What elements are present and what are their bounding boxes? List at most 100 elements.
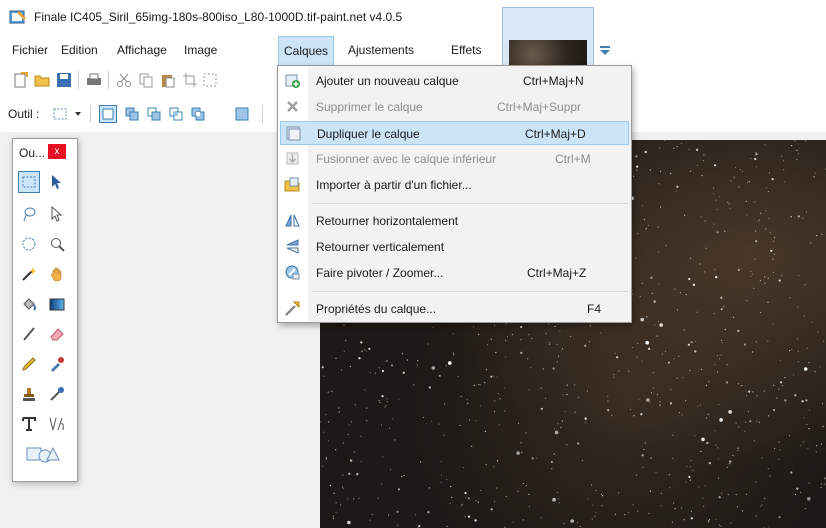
menu-calques[interactable]: Calques xyxy=(278,36,335,66)
gradient-icon xyxy=(49,298,65,311)
deselect-icon[interactable] xyxy=(202,72,218,88)
menu-item-label: Propriétés du calque... xyxy=(316,302,437,316)
ellipse-select-tool[interactable] xyxy=(18,233,40,255)
menu-separator xyxy=(312,291,628,292)
menu-item-duplicate-layer[interactable]: Dupliquer le calque Ctrl+Maj+D xyxy=(280,121,629,145)
paintbrush-tool[interactable] xyxy=(18,323,40,345)
text-tool[interactable] xyxy=(18,413,40,435)
tool-label: Outil : xyxy=(8,107,40,121)
move-selection-icon xyxy=(51,206,63,222)
selection-mode-invert-icon[interactable] xyxy=(234,106,250,122)
magic-wand-icon xyxy=(22,267,36,281)
menu-item-shortcut: Ctrl+M xyxy=(555,152,591,166)
menu-item-shortcut: Ctrl+Maj+D xyxy=(525,127,586,141)
menu-item-label: Fusionner avec le calque inférieur xyxy=(316,152,497,166)
line-curve-tool[interactable] xyxy=(46,413,68,435)
lasso-select-tool[interactable] xyxy=(18,203,40,225)
zoom-tool[interactable] xyxy=(46,233,68,255)
pencil-tool[interactable] xyxy=(18,353,40,375)
main-toolbar xyxy=(0,66,300,94)
selection-mode-exclude-icon[interactable] xyxy=(146,106,162,122)
tool-dropdown-chevron-icon[interactable] xyxy=(70,106,86,122)
rectangle-select-tool[interactable] xyxy=(18,171,40,193)
tools-window-close-button[interactable]: x xyxy=(48,144,66,159)
menu-item-label: Retourner horizontalement xyxy=(316,214,459,228)
toolbar-separator xyxy=(262,105,263,123)
menu-image[interactable]: Image xyxy=(184,43,217,57)
menu-item-rotate-zoom[interactable]: Faire pivoter / Zoomer... Ctrl+Maj+Z xyxy=(280,261,629,285)
pencil-icon xyxy=(22,357,36,371)
menu-item-label: Faire pivoter / Zoomer... xyxy=(316,266,444,280)
duplicate-layer-icon xyxy=(286,126,301,141)
paste-icon[interactable] xyxy=(160,72,176,88)
menu-fichier[interactable]: Fichier xyxy=(12,43,48,57)
eraser-tool[interactable] xyxy=(46,323,68,345)
open-file-icon[interactable] xyxy=(34,72,50,88)
selection-mode-xor-icon[interactable] xyxy=(190,106,206,122)
paint-bucket-tool[interactable] xyxy=(18,293,40,315)
clone-stamp-icon xyxy=(23,388,35,401)
menu-item-shortcut: Ctrl+Maj+Z xyxy=(527,266,587,280)
menu-item-delete-layer[interactable]: Supprimer le calque Ctrl+Maj+Suppr xyxy=(280,95,629,119)
save-icon[interactable] xyxy=(56,72,72,88)
new-image-icon[interactable] xyxy=(12,72,28,88)
line-curve-icon xyxy=(49,417,64,431)
shapes-tool[interactable] xyxy=(23,443,63,465)
zoom-icon xyxy=(51,238,65,252)
toolbar-separator xyxy=(108,71,109,89)
thumbnail-list-dropdown-icon[interactable] xyxy=(598,45,612,57)
selection-mode-replace-icon[interactable] xyxy=(99,105,117,123)
menu-item-layer-properties[interactable]: Propriétés du calque... F4 xyxy=(280,297,629,321)
delete-layer-icon xyxy=(287,101,298,112)
eyedropper-icon xyxy=(51,357,64,372)
move-selection-tool[interactable] xyxy=(46,203,68,225)
menu-effets[interactable]: Effets xyxy=(451,43,481,57)
crop-to-selection-icon[interactable] xyxy=(182,72,198,88)
tools-window-title: Ou... xyxy=(19,146,46,160)
color-picker-tool[interactable] xyxy=(46,353,68,375)
eraser-icon xyxy=(50,328,64,341)
menu-item-import-from-file[interactable]: Importer à partir d'un fichier... xyxy=(280,173,629,197)
flip-vertical-icon xyxy=(286,239,299,254)
clone-stamp-tool[interactable] xyxy=(18,383,40,405)
menu-ajustements[interactable]: Ajustements xyxy=(348,43,414,57)
menu-bar: Fichier Edition Affichage Image Calques … xyxy=(0,36,500,66)
menu-separator xyxy=(312,203,628,204)
menu-affichage[interactable]: Affichage xyxy=(117,43,167,57)
cut-icon[interactable] xyxy=(116,72,132,88)
menu-edition[interactable]: Edition xyxy=(61,43,98,57)
shapes-icon xyxy=(26,446,60,463)
paint-net-app-icon xyxy=(9,10,26,24)
recolor-tool[interactable] xyxy=(46,383,68,405)
tool-options-toolbar: Outil : xyxy=(0,98,300,130)
menu-item-label: Ajouter un nouveau calque xyxy=(316,74,459,88)
rectangle-select-icon xyxy=(22,176,36,188)
menu-item-flip-horizontal[interactable]: Retourner horizontalement xyxy=(280,209,629,233)
window-title: Finale IC405_Siril_65img-180s-800iso_L80… xyxy=(34,10,403,24)
menu-item-add-new-layer[interactable]: Ajouter un nouveau calque Ctrl+Maj+N xyxy=(280,69,629,93)
menu-item-label: Retourner verticalement xyxy=(316,240,445,254)
import-file-icon xyxy=(284,177,300,192)
paintbrush-icon xyxy=(23,327,35,341)
merge-down-icon xyxy=(286,152,299,165)
move-selected-pixels-tool[interactable] xyxy=(46,171,68,193)
menu-item-label: Supprimer le calque xyxy=(316,100,423,114)
pan-tool[interactable] xyxy=(46,263,68,285)
lasso-icon xyxy=(23,207,36,222)
selection-mode-union-icon[interactable] xyxy=(124,106,140,122)
rectangle-select-tool-icon[interactable] xyxy=(52,106,68,122)
copy-icon[interactable] xyxy=(138,72,154,88)
gradient-tool[interactable] xyxy=(46,293,68,315)
rotate-zoom-icon xyxy=(285,265,300,280)
toolbar-separator xyxy=(90,105,91,123)
hand-icon xyxy=(50,267,62,282)
print-icon[interactable] xyxy=(86,72,102,88)
menu-item-flip-vertical[interactable]: Retourner verticalement xyxy=(280,235,629,259)
menu-item-merge-layer-down[interactable]: Fusionner avec le calque inférieur Ctrl+… xyxy=(280,147,629,171)
magic-wand-tool[interactable] xyxy=(18,263,40,285)
layer-properties-icon xyxy=(285,301,300,316)
selection-mode-intersect-icon[interactable] xyxy=(168,106,184,122)
ellipse-select-icon xyxy=(22,237,36,251)
recolor-icon xyxy=(50,387,64,401)
text-tool-icon xyxy=(22,417,36,431)
